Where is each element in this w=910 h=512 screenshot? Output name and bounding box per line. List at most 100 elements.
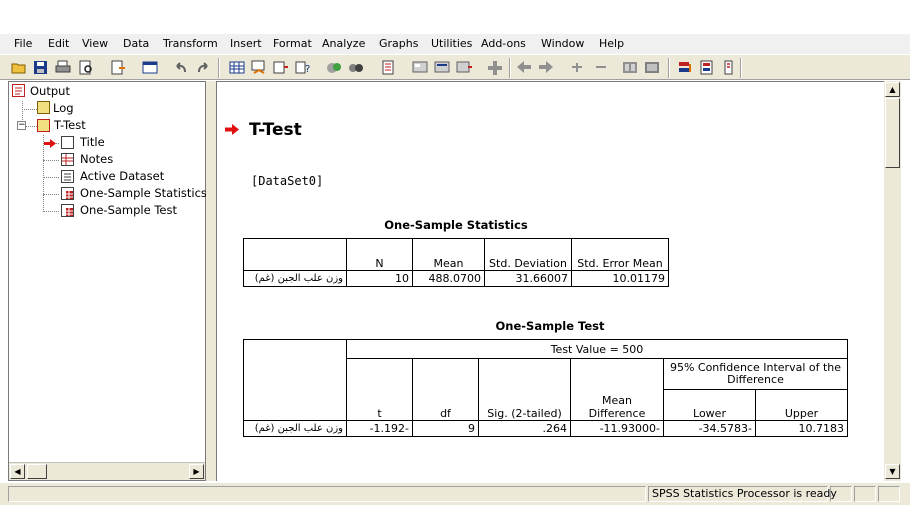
hide-icon[interactable] bbox=[644, 60, 660, 75]
col-header-df: df bbox=[412, 358, 479, 421]
menu-graphs[interactable]: Graphs bbox=[379, 37, 418, 50]
menu-analyze[interactable]: Analyze bbox=[322, 37, 365, 50]
goto-case-icon[interactable] bbox=[251, 60, 267, 75]
svg-text:?: ? bbox=[305, 64, 310, 75]
variables-icon[interactable]: ? bbox=[295, 60, 311, 75]
scroll-thumb[interactable] bbox=[27, 464, 47, 479]
collapse-minus-icon[interactable] bbox=[593, 60, 609, 75]
stats-table-icon bbox=[61, 187, 74, 200]
status-bar: SPSS Statistics Processor is ready bbox=[0, 483, 910, 505]
goto-variable-icon[interactable] bbox=[273, 60, 289, 75]
content-vertical-scrollbar[interactable]: ▲ ▼ bbox=[884, 81, 901, 481]
menu-help[interactable]: Help bbox=[599, 37, 624, 50]
status-panel-1 bbox=[830, 486, 852, 502]
undo-icon[interactable] bbox=[173, 60, 189, 75]
menu-transform[interactable]: Transform bbox=[163, 37, 218, 50]
insert-heading-icon[interactable] bbox=[412, 60, 428, 75]
dataset-label: [DataSet0] bbox=[251, 174, 324, 188]
cell-n: 10 bbox=[346, 270, 413, 287]
save-icon[interactable] bbox=[33, 60, 49, 75]
cell-t: -1.192- bbox=[346, 420, 413, 437]
use-sets-icon[interactable] bbox=[326, 60, 342, 75]
insert-text-icon[interactable] bbox=[456, 60, 472, 75]
open-folder-icon[interactable] bbox=[11, 60, 27, 75]
scripts-icon[interactable] bbox=[721, 60, 737, 75]
pane-splitter[interactable] bbox=[206, 81, 216, 481]
menu-edit[interactable]: Edit bbox=[48, 37, 69, 50]
ttest-book-icon bbox=[37, 119, 50, 132]
tree-line bbox=[43, 177, 59, 178]
cell-upper: 10.7183 bbox=[755, 420, 848, 437]
select-output-icon[interactable] bbox=[380, 60, 396, 75]
selected-arrow-icon bbox=[44, 139, 56, 148]
test-table-title: One-Sample Test bbox=[495, 319, 605, 333]
expand-icon[interactable] bbox=[487, 60, 503, 75]
row-label: وزن علب الجبن (غم) bbox=[243, 420, 347, 437]
outline-item-log[interactable]: Log bbox=[53, 101, 74, 115]
cell-lower: -34.5783- bbox=[663, 420, 756, 437]
outline-horizontal-scrollbar[interactable]: ◀ ▶ bbox=[9, 462, 205, 480]
menu-file[interactable]: File bbox=[14, 37, 32, 50]
print-icon[interactable] bbox=[55, 60, 71, 75]
scroll-left-button[interactable]: ◀ bbox=[10, 464, 25, 479]
outline-item-title[interactable]: Title bbox=[80, 135, 105, 149]
one-sample-statistics-table: N Mean Std. Deviation Std. Error Mean وز… bbox=[243, 238, 669, 287]
outline-item-ttest[interactable]: T-Test bbox=[54, 118, 86, 132]
outline-pane[interactable]: Output Log − T-Test Title Notes Active D… bbox=[8, 81, 207, 481]
menu-data[interactable]: Data bbox=[123, 37, 149, 50]
status-panel-2 bbox=[854, 486, 876, 502]
col-header-t: t bbox=[346, 358, 413, 421]
current-item-arrow-icon bbox=[225, 124, 239, 135]
insert-title-icon[interactable] bbox=[434, 60, 450, 75]
cell-std-deviation: 31.66007 bbox=[484, 270, 572, 287]
col-header-upper: Upper bbox=[755, 389, 848, 421]
col-header-std-deviation: Std. Deviation bbox=[484, 238, 572, 271]
demote-icon[interactable] bbox=[538, 60, 554, 75]
goto-data-icon[interactable] bbox=[229, 60, 245, 75]
menu-utilities[interactable]: Utilities bbox=[431, 37, 472, 50]
outline-item-one-sample-test[interactable]: One-Sample Test bbox=[80, 203, 177, 217]
show-icon[interactable] bbox=[622, 60, 638, 75]
col-header-std-error-mean: Std. Error Mean bbox=[571, 238, 669, 271]
promote-icon[interactable] bbox=[516, 60, 532, 75]
menu-format[interactable]: Format bbox=[273, 37, 312, 50]
cell-df: 9 bbox=[412, 420, 479, 437]
menu-window[interactable]: Window bbox=[541, 37, 584, 50]
status-panel-3 bbox=[878, 486, 900, 502]
collapse-node-icon[interactable]: − bbox=[17, 121, 26, 130]
tree-line bbox=[22, 109, 37, 110]
outline-item-one-sample-statistics[interactable]: One-Sample Statistics bbox=[80, 186, 207, 200]
scroll-thumb[interactable] bbox=[885, 98, 900, 168]
export-icon[interactable] bbox=[110, 60, 126, 75]
test-value-header: Test Value = 500 bbox=[346, 339, 848, 359]
one-sample-test-table: Test Value = 500 t df Sig. (2-tailed) Me… bbox=[243, 339, 848, 437]
designate-window-icon[interactable] bbox=[677, 60, 693, 75]
print-preview-icon[interactable] bbox=[78, 60, 94, 75]
stats-table-title: One-Sample Statistics bbox=[384, 218, 528, 232]
redo-icon[interactable] bbox=[195, 60, 211, 75]
outline-item-active-dataset[interactable]: Active Dataset bbox=[80, 169, 164, 183]
status-panel-main bbox=[8, 486, 646, 502]
table-corner bbox=[243, 238, 347, 271]
menu-insert[interactable]: Insert bbox=[230, 37, 262, 50]
scroll-up-button[interactable]: ▲ bbox=[885, 82, 900, 97]
ci-header: 95% Confidence Interval of the Differenc… bbox=[663, 358, 848, 390]
tree-line bbox=[43, 160, 59, 161]
scroll-right-button[interactable]: ▶ bbox=[189, 464, 204, 479]
output-content-pane[interactable]: T-Test [DataSet0] One-Sample Statistics … bbox=[216, 81, 884, 481]
show-all-variables-icon[interactable] bbox=[348, 60, 364, 75]
col-header-mean: Mean bbox=[412, 238, 485, 271]
tree-line bbox=[43, 194, 59, 195]
syntax-icon[interactable] bbox=[699, 60, 715, 75]
outline-item-notes[interactable]: Notes bbox=[80, 152, 113, 166]
outline-item-output[interactable]: Output bbox=[30, 84, 70, 98]
dataset-page-icon bbox=[61, 170, 74, 183]
dialog-recall-icon[interactable] bbox=[142, 60, 158, 75]
log-icon bbox=[37, 101, 50, 114]
menu-view[interactable]: View bbox=[82, 37, 108, 50]
expand-plus-icon[interactable] bbox=[569, 60, 585, 75]
scroll-down-button[interactable]: ▼ bbox=[885, 464, 900, 479]
menu-add-ons[interactable]: Add-ons bbox=[481, 37, 526, 50]
row-label: وزن علب الجبن (غم) bbox=[243, 270, 347, 287]
cell-mean-difference: -11.93000- bbox=[570, 420, 664, 437]
